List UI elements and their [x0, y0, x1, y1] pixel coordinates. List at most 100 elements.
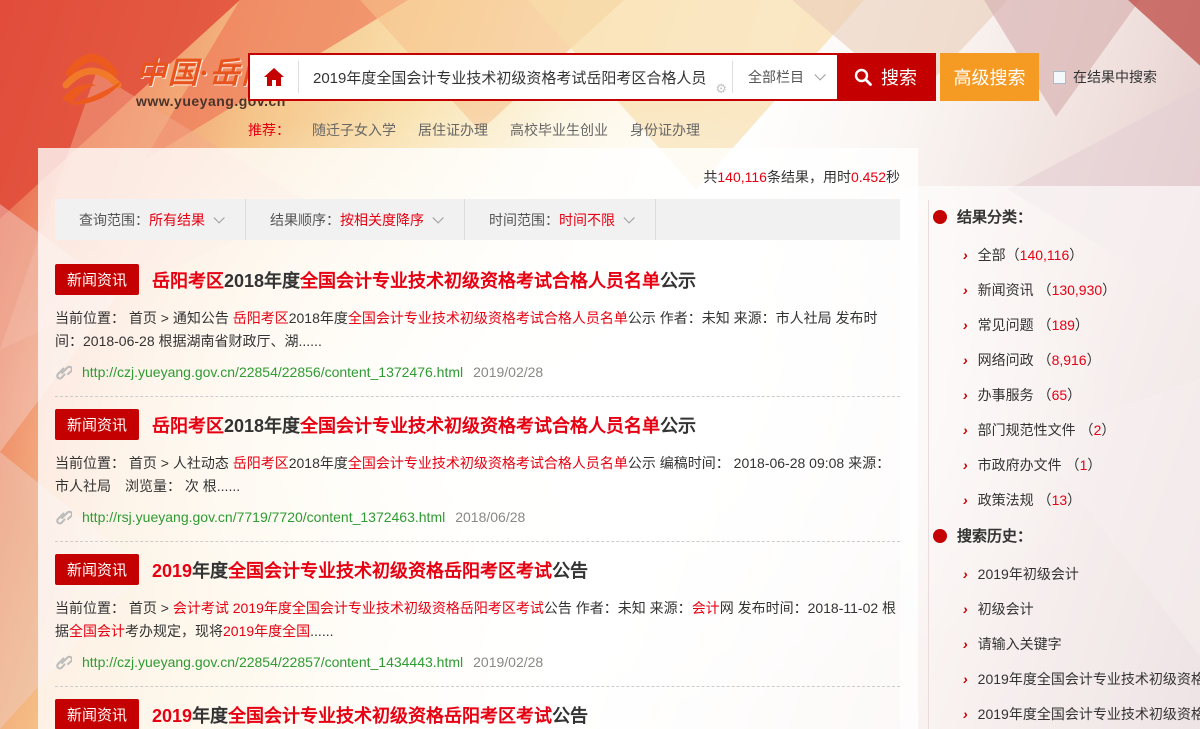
history-item[interactable]: ›初级会计 [963, 599, 1200, 619]
category-select[interactable]: 全部栏目 [733, 55, 837, 99]
text-segment: 部门规范性文件 （ [978, 422, 1094, 438]
gear-icon[interactable]: ⚙ [715, 82, 727, 95]
search-button[interactable]: 搜索 [837, 55, 934, 99]
result-category-badge: 新闻资讯 [55, 409, 139, 440]
recommend-link[interactable]: 身份证办理 [630, 120, 700, 140]
history-item[interactable]: ›2019年度全国会计专业技术初级资格考试 [963, 669, 1200, 689]
text-segment: 会计 [692, 600, 720, 616]
text-segment: 0.452 [851, 169, 886, 185]
text-segment: 公告 [552, 706, 588, 726]
text-segment: ） [1087, 457, 1101, 473]
result-head: 新闻资讯 2019年度全国会计专业技术初级资格岳阳考区考试公告 [55, 699, 900, 729]
result-url-row: http://rsj.yueyang.gov.cn/7719/7720/cont… [55, 508, 900, 525]
history-item-text: 2019年度全国会计专业技术初级资格考试 [978, 669, 1200, 689]
recommend-link[interactable]: 高校毕业生创业 [510, 120, 608, 140]
text-segment: 140,116 [717, 169, 767, 185]
category-item-text: 新闻资讯 （130,930） [978, 280, 1117, 300]
category-item[interactable]: ›常见问题 （189） [963, 315, 1200, 335]
arrow-icon: › [963, 352, 968, 368]
search-icon [854, 68, 872, 86]
text-segment: 8,916 [1052, 352, 1087, 368]
category-item[interactable]: ›市政府办文件 （1） [963, 455, 1200, 475]
result-title-link[interactable]: 岳阳考区2018年度全国会计专业技术初级资格考试合格人员名单公示 [152, 412, 696, 438]
text-segment: 2019 [152, 561, 192, 581]
checkbox-icon[interactable] [1053, 71, 1066, 84]
category-item[interactable]: ›新闻资讯 （130,930） [963, 280, 1200, 300]
history-item[interactable]: ›请输入关键字 [963, 634, 1200, 654]
result-category-badge: 新闻资讯 [55, 264, 139, 295]
text-segment: 2018年度 [289, 310, 348, 326]
text-segment: 当前位置： 首页 > [55, 600, 173, 616]
arrow-icon: › [963, 566, 968, 582]
text-segment: 2019年度全国会计专业技术初级资格岳阳考区考试 [233, 600, 544, 616]
category-item-text: 常见问题 （189） [978, 315, 1089, 335]
text-segment: ） [1069, 247, 1083, 263]
category-item[interactable]: ›政策法规 （13） [963, 490, 1200, 510]
text-segment: 当前位置： 首页 > 人社动态 [55, 455, 233, 471]
text-segment: 全国会计专业技术初级资格考试合格人员名单 [348, 310, 628, 326]
text-segment: 按相关度降序 [340, 212, 424, 228]
results-list: 新闻资讯 岳阳考区2018年度全国会计专业技术初级资格考试合格人员名单公示 当前… [55, 252, 900, 729]
recommend-link[interactable]: 居住证办理 [418, 120, 488, 140]
history-item[interactable]: ›2019年初级会计 [963, 564, 1200, 584]
categories-list: ›全部（140,116） ›新闻资讯 （130,930） ›常见问题 （189）… [929, 245, 1200, 510]
text-segment: 全国会计专业技术初级资格岳阳考区考试 [228, 561, 552, 581]
result-head: 新闻资讯 岳阳考区2018年度全国会计专业技术初级资格考试合格人员名单公示 [55, 264, 900, 295]
arrow-icon: › [963, 457, 968, 473]
result-url-link[interactable]: http://czj.yueyang.gov.cn/22854/22857/co… [82, 654, 463, 670]
result-title-link[interactable]: 2019年度全国会计专业技术初级资格岳阳考区考试公告 [152, 702, 588, 728]
result-url-row: http://czj.yueyang.gov.cn/22854/22856/co… [55, 363, 900, 380]
text-segment: 结果顺序： [270, 212, 340, 228]
category-item[interactable]: ›部门规范性文件 （2） [963, 420, 1200, 440]
result-date: 2019/02/28 [473, 364, 543, 380]
filter-time[interactable]: 时间范围：时间不限 [465, 199, 656, 240]
bullet-dot-icon [933, 529, 947, 543]
recommend-row: 推荐： 随迁子女入学 居住证办理 高校毕业生创业 身份证办理 [248, 120, 700, 140]
text-segment: 130,930 [1052, 282, 1103, 298]
arrow-icon: › [963, 492, 968, 508]
category-item[interactable]: ›办事服务 （65） [963, 385, 1200, 405]
search-in-results-toggle[interactable]: 在结果中搜索 [1053, 53, 1157, 101]
category-item[interactable]: ›网络问政 （8,916） [963, 350, 1200, 370]
category-item[interactable]: › 全部（140,116） [963, 245, 1200, 265]
category-item-text: 部门规范性文件 （2） [978, 420, 1116, 440]
text-segment: 公示 [660, 416, 696, 436]
text-segment: 2019 [152, 706, 192, 726]
search-in-results-label: 在结果中搜索 [1073, 67, 1157, 87]
search-input[interactable] [299, 55, 732, 99]
text-segment: 2018年度 [289, 455, 348, 471]
result-category-badge: 新闻资讯 [55, 554, 139, 585]
text-segment: 年度 [192, 561, 228, 581]
arrow-icon: › [963, 247, 968, 263]
text-segment: 时间范围： [489, 212, 559, 228]
history-title: 搜索历史： [957, 525, 1032, 546]
result-title-link[interactable]: 岳阳考区2018年度全国会计专业技术初级资格考试合格人员名单公示 [152, 267, 696, 293]
search-input-wrap: ⚙ [299, 55, 732, 99]
filter-order[interactable]: 结果顺序：按相关度降序 [246, 199, 465, 240]
result-url-link[interactable]: http://czj.yueyang.gov.cn/22854/22856/co… [82, 364, 463, 380]
recommend-link[interactable]: 随迁子女入学 [312, 120, 396, 140]
text-segment: ） [1101, 422, 1115, 438]
category-item-text: 全部（140,116） [978, 245, 1084, 265]
text-segment: 当前位置： 首页 > 通知公告 [55, 310, 233, 326]
home-button[interactable] [250, 55, 298, 99]
filter-time-text: 时间范围：时间不限 [489, 210, 615, 230]
text-segment: 13 [1052, 492, 1068, 508]
text-segment: ） [1087, 352, 1101, 368]
search-result: 新闻资讯 2019年度全国会计专业技术初级资格岳阳考区考试公告 当前位置： 首页… [55, 542, 900, 687]
text-segment: 共 [703, 169, 717, 185]
text-segment: 2018年度 [224, 416, 300, 436]
search-area: ⚙ 全部栏目 搜索 高级搜索 在结果中搜索 [248, 53, 1157, 101]
result-title-link[interactable]: 2019年度全国会计专业技术初级资格岳阳考区考试公告 [152, 557, 588, 583]
history-item[interactable]: ›2019年度全国会计专业技术初级资格考试 [963, 704, 1200, 724]
filter-scope-text: 查询范围：所有结果 [79, 210, 205, 230]
category-item-text: 办事服务 （65） [978, 385, 1081, 405]
text-segment: 全国会计专业技术初级资格考试合格人员名单 [300, 416, 660, 436]
result-url-link[interactable]: http://rsj.yueyang.gov.cn/7719/7720/cont… [82, 509, 445, 525]
filter-scope[interactable]: 查询范围：所有结果 [55, 199, 246, 240]
history-item-text: 初级会计 [978, 599, 1034, 619]
history-item-text: 2019年度全国会计专业技术初级资格考试 [978, 704, 1200, 724]
text-segment: 时间不限 [559, 212, 615, 228]
advanced-search-button[interactable]: 高级搜索 [940, 53, 1039, 101]
category-select-value: 全部栏目 [748, 67, 804, 87]
